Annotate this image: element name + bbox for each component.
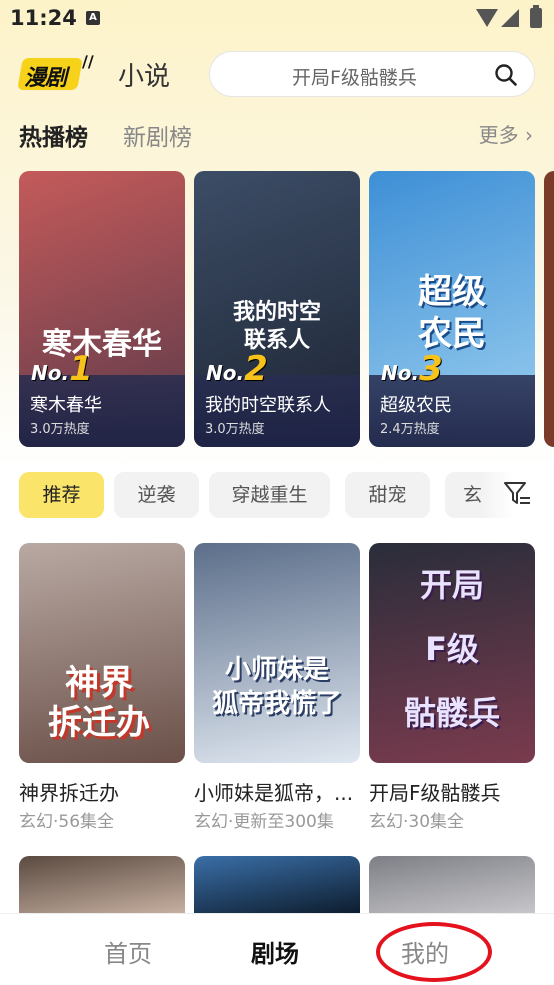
logo-text: 漫剧 <box>24 66 67 91</box>
app-logo: 漫剧 ∕∕ <box>17 52 94 92</box>
drama-card-1[interactable]: 神界 拆迁办 神界拆迁办 玄幻·56集全 <box>19 543 185 833</box>
cover-title-art: 超级 农民 <box>418 272 486 354</box>
cover-title-art: 我的时空 联系人 <box>232 300 321 353</box>
rank-title-1: 寒木春华 <box>30 395 102 416</box>
wifi-icon <box>476 9 498 27</box>
drama-title-1: 神界拆迁办 <box>19 781 119 805</box>
highlight-circle <box>376 922 492 982</box>
drama-card-5[interactable] <box>194 856 360 916</box>
filter-icon[interactable] <box>502 478 532 510</box>
tab-novel[interactable]: 小说 <box>118 56 170 93</box>
rank-title-2: 我的时空联系人 <box>205 395 331 416</box>
status-time: 11:24 <box>10 6 77 30</box>
spark-icon: ∕∕ <box>82 52 94 71</box>
notification-icon: A <box>86 11 100 25</box>
search-placeholder[interactable]: 开局F级骷髅兵 <box>292 63 417 90</box>
tab-hot-ranking[interactable]: 热播榜 <box>19 118 88 152</box>
chip-sweet[interactable]: 甜宠 <box>345 472 430 518</box>
rank-card-peek[interactable] <box>544 171 554 447</box>
tab-new-ranking[interactable]: 新剧榜 <box>123 118 192 152</box>
nav-home[interactable]: 首页 <box>104 934 152 969</box>
cell-signal-icon <box>501 9 519 27</box>
search-bar[interactable]: 开局F级骷髅兵 <box>209 51 535 97</box>
drama-card-2[interactable]: 小师妹是 狐帝我慌了 小师妹是狐帝，... 玄幻·更新至300集 <box>194 543 360 833</box>
drama-title-2: 小师妹是狐帝，... <box>194 781 354 805</box>
more-link[interactable]: 更多 › <box>479 119 533 148</box>
cover-title-art: 开局 F级 骷髅兵 <box>403 566 500 732</box>
chip-time-travel[interactable]: 穿越重生 <box>209 472 330 518</box>
cover-title-art: 神界 拆迁办 <box>48 663 150 743</box>
drama-title-3: 开局F级骷髅兵 <box>369 781 501 805</box>
rank-card-2[interactable]: 我的时空 联系人 No.2 我的时空联系人 3.0万热度 <box>194 171 360 447</box>
status-bar: 11:24 A <box>0 0 554 38</box>
rank-card-1[interactable]: 寒木春华 No.1 寒木春华 3.0万热度 <box>19 171 185 447</box>
rank-number-2: No.2 <box>206 349 268 389</box>
battery-icon <box>530 5 542 28</box>
rank-number-3: No.3 <box>381 349 443 389</box>
search-icon[interactable] <box>494 63 518 87</box>
ranking-tabs: 热播榜 新剧榜 更多 › <box>19 118 539 152</box>
drama-card-3[interactable]: 开局 F级 骷髅兵 开局F级骷髅兵 玄幻·30集全 <box>369 543 535 833</box>
drama-meta-3: 玄幻·30集全 <box>369 812 465 832</box>
rank-heat-1: 3.0万热度 <box>30 422 90 437</box>
drama-card-4[interactable] <box>19 856 185 916</box>
nav-theater[interactable]: 剧场 <box>251 934 299 969</box>
rank-heat-2: 3.0万热度 <box>205 422 265 437</box>
rank-number-1: No.1 <box>31 349 93 389</box>
drama-meta-1: 玄幻·56集全 <box>19 812 115 832</box>
category-chips: 推荐 逆袭 穿越重生 甜宠 玄 <box>19 472 539 518</box>
drama-card-6[interactable] <box>369 856 535 916</box>
cover-title-art: 小师妹是 狐帝我慌了 <box>211 655 342 719</box>
drama-meta-2: 玄幻·更新至300集 <box>194 812 334 832</box>
rank-title-3: 超级农民 <box>380 395 452 416</box>
chip-recommend[interactable]: 推荐 <box>19 472 104 518</box>
chip-counterattack[interactable]: 逆袭 <box>114 472 199 518</box>
rank-card-3[interactable]: 超级 农民 No.3 超级农民 2.4万热度 <box>369 171 535 447</box>
rank-heat-3: 2.4万热度 <box>380 422 440 437</box>
